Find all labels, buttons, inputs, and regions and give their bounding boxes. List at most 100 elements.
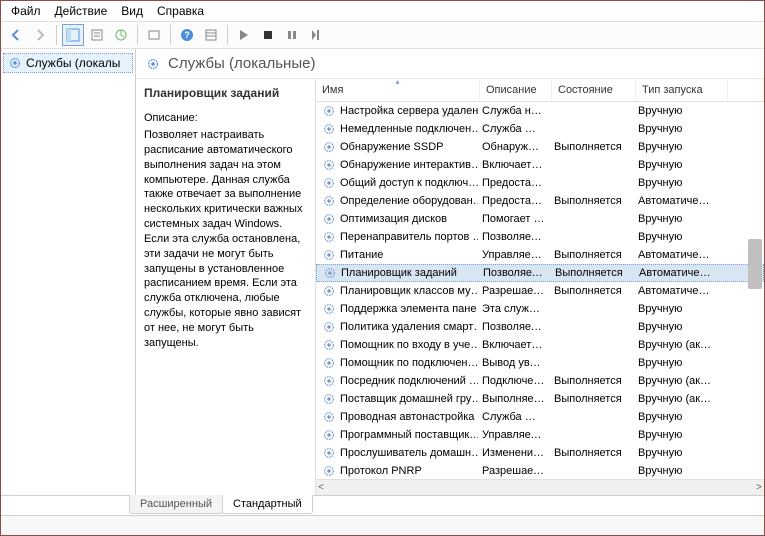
cell-state: Выполняется — [550, 285, 634, 297]
table-row[interactable]: Настройка сервера удален…Служба на…Вручн… — [316, 102, 764, 120]
cell-description: Вывод уве… — [478, 357, 550, 369]
cell-name: Определение оборудован… — [318, 194, 478, 208]
cell-startup: Вручную — [634, 357, 726, 369]
table-row[interactable]: Оптимизация дисковПомогает …Вручную — [316, 210, 764, 228]
tab-extended[interactable]: Расширенный — [129, 495, 223, 514]
service-icon — [322, 374, 336, 388]
restart-service-button[interactable] — [305, 24, 327, 46]
cell-startup: Вручную — [634, 141, 726, 153]
services-icon — [146, 57, 160, 71]
cell-startup: Вручную — [634, 213, 726, 225]
start-service-button[interactable] — [233, 24, 255, 46]
service-icon — [322, 284, 336, 298]
table-row[interactable]: Обнаружение интерактив…Включает…Вручную — [316, 156, 764, 174]
table-row[interactable]: Поставщик домашней гру…Выполняе…Выполняе… — [316, 390, 764, 408]
detail-pane: Планировщик заданий Описание: Позволяет … — [136, 79, 316, 495]
service-icon — [322, 212, 336, 226]
svg-text:?: ? — [184, 30, 190, 40]
service-icon — [322, 194, 336, 208]
cell-startup: Вручную — [634, 447, 726, 459]
tree-item-services[interactable]: Службы (локалы — [3, 53, 133, 73]
column-name[interactable]: Имя — [316, 79, 480, 101]
service-icon — [322, 248, 336, 262]
table-body[interactable]: Настройка сервера удален…Служба на…Вручн… — [316, 102, 764, 479]
cell-state: Выполняется — [550, 375, 634, 387]
column-state[interactable]: Состояние — [552, 79, 636, 101]
panel-header: Службы (локальные) — [136, 49, 764, 79]
cell-description: Позволяет… — [479, 267, 551, 279]
cell-startup: Вручную — [634, 177, 726, 189]
cell-startup: Вручную — [634, 303, 726, 315]
table-row[interactable]: Протокол PNRPРазрешает…Вручную — [316, 462, 764, 479]
back-button[interactable] — [5, 24, 27, 46]
cell-state: Выполняется — [550, 195, 634, 207]
table-row[interactable]: ПитаниеУправляе…ВыполняетсяАвтоматиче… — [316, 246, 764, 264]
vertical-scrollbar-thumb[interactable] — [748, 239, 762, 289]
cell-name: Помощник по входу в уче… — [318, 338, 478, 352]
table-row[interactable]: Прослушиватель домашн…Изменени…Выполняет… — [316, 444, 764, 462]
tree-item-label: Службы (локалы — [26, 56, 120, 70]
table-row[interactable]: Помощник по входу в уче…Включает…Вручную… — [316, 336, 764, 354]
table-row[interactable]: Помощник по подключен…Вывод уве… Вручную — [316, 354, 764, 372]
table-row[interactable]: Планировщик классов му…Разрешает…Выполня… — [316, 282, 764, 300]
cell-startup: Вручную — [634, 231, 726, 243]
menu-action[interactable]: Действие — [55, 4, 108, 18]
service-icon — [322, 140, 336, 154]
table-row[interactable]: Немедленные подключен…Служба W…Вручную — [316, 120, 764, 138]
cell-startup: Вручную — [634, 411, 726, 423]
menu-help[interactable]: Справка — [157, 4, 204, 18]
detail-desc-label: Описание: — [144, 111, 307, 126]
cell-description: Выполняе… — [478, 393, 550, 405]
cell-name: Поставщик домашней гру… — [318, 392, 478, 406]
table-row[interactable]: Программный поставщик…Управляет…Вручную — [316, 426, 764, 444]
cell-description: Предоста… — [478, 177, 550, 189]
cell-state: Выполняется — [551, 267, 635, 279]
cell-state: Выполняется — [550, 249, 634, 261]
cell-description: Позволяет… — [478, 321, 550, 333]
console-tree: Службы (локалы — [1, 49, 136, 495]
cell-name: Помощник по подключен… — [318, 356, 478, 370]
columns-button[interactable] — [200, 24, 222, 46]
table-row[interactable]: Обнаружение SSDPОбнаруж…ВыполняетсяВручн… — [316, 138, 764, 156]
help-button[interactable]: ? — [176, 24, 198, 46]
cell-description: Обнаруж… — [478, 141, 550, 153]
table-row[interactable]: Посредник подключений …Подключе…Выполняе… — [316, 372, 764, 390]
column-description[interactable]: Описание — [480, 79, 552, 101]
properties-button[interactable] — [86, 24, 108, 46]
table-row[interactable]: Перенаправитель портов …Позволяет…Вручну… — [316, 228, 764, 246]
cell-name: Питание — [318, 248, 478, 262]
service-icon — [322, 410, 336, 424]
cell-name: Обнаружение SSDP — [318, 140, 478, 154]
table-row[interactable]: Определение оборудован…Предоста…Выполняе… — [316, 192, 764, 210]
service-icon — [322, 158, 336, 172]
stop-service-button[interactable] — [257, 24, 279, 46]
forward-button[interactable] — [29, 24, 51, 46]
cell-name: Программный поставщик… — [318, 428, 478, 442]
tab-standard[interactable]: Стандартный — [222, 495, 313, 514]
cell-description: Служба W… — [478, 123, 550, 135]
cell-state: Выполняется — [550, 393, 634, 405]
column-startup[interactable]: Тип запуска — [636, 79, 728, 101]
table-row[interactable]: Поддержка элемента пане…Эта служб…Вручну… — [316, 300, 764, 318]
cell-startup: Вручную (ак… — [634, 339, 726, 351]
export-list-button[interactable] — [110, 24, 132, 46]
menu-view[interactable]: Вид — [121, 4, 143, 18]
cell-startup: Вручную (ак… — [634, 375, 726, 387]
cell-description: Включает… — [478, 159, 550, 171]
menu-file[interactable]: Файл — [11, 4, 41, 18]
table-row[interactable]: Политика удаления смарт…Позволяет…Вручну… — [316, 318, 764, 336]
cell-startup: Вручную — [634, 465, 726, 477]
content-area: Службы (локалы Службы (локальные) Планир… — [1, 49, 764, 495]
table-row[interactable]: Общий доступ к подключ…Предоста…Вручную — [316, 174, 764, 192]
horizontal-scrollbar[interactable]: <> — [316, 479, 764, 495]
cell-description: Помогает … — [478, 213, 550, 225]
cell-startup: Автоматиче… — [634, 249, 726, 261]
table-row[interactable]: Планировщик заданийПозволяет…Выполняется… — [316, 264, 764, 282]
cell-description: Позволяет… — [478, 231, 550, 243]
table-row[interactable]: Проводная автонастройкаСлужба W…Вручную — [316, 408, 764, 426]
services-table: Имя Описание Состояние Тип запуска Настр… — [316, 79, 764, 495]
show-hide-console-tree-button[interactable] — [62, 24, 84, 46]
pause-service-button[interactable] — [281, 24, 303, 46]
cell-name: Поддержка элемента пане… — [318, 302, 478, 316]
refresh-button[interactable] — [143, 24, 165, 46]
